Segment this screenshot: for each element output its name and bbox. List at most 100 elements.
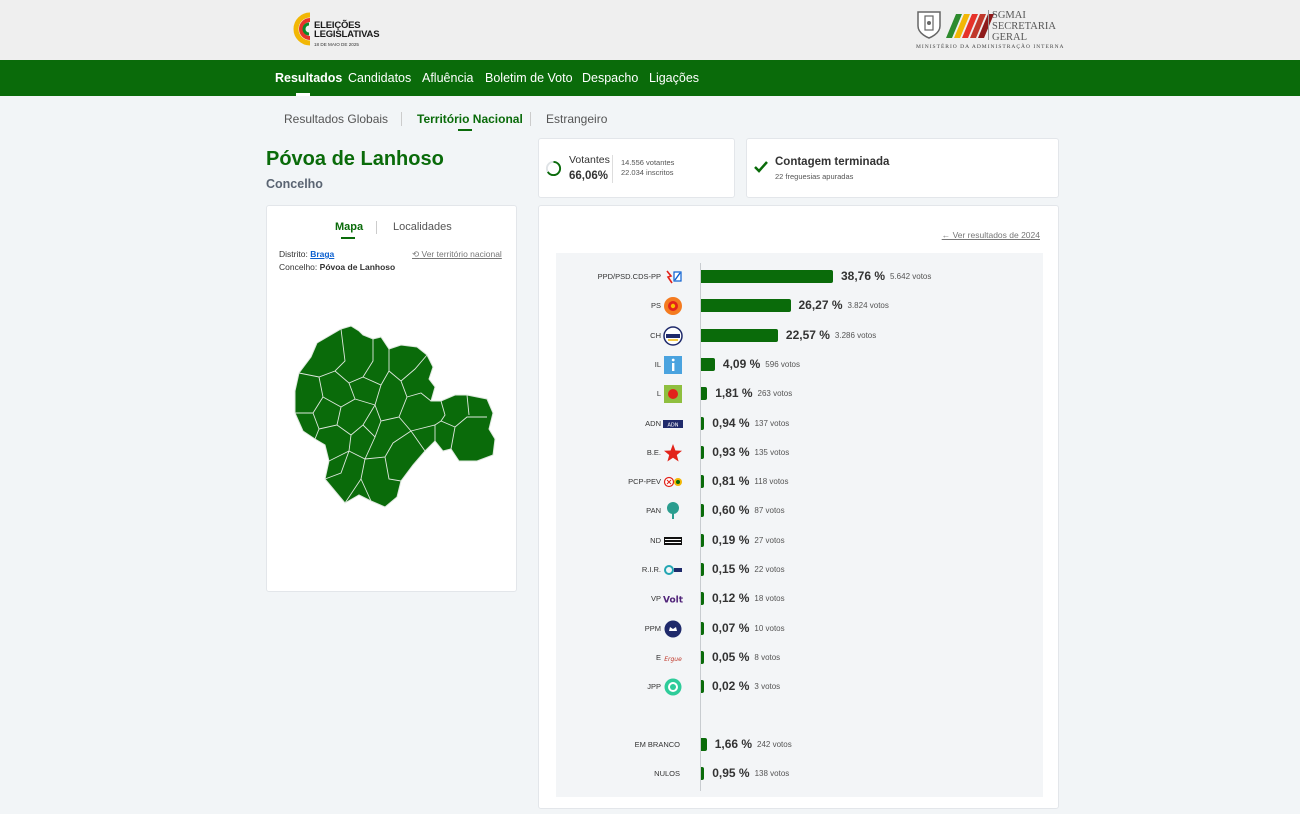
party-name: JPP: [647, 682, 661, 692]
portugal-shield-icon: [917, 11, 941, 39]
distrito-link[interactable]: Braga: [310, 249, 334, 259]
svg-text:Ergue: Ergue: [664, 656, 682, 663]
freguesias-apuradas: 22 freguesias apuradas: [775, 172, 854, 181]
eleicoes-logo[interactable]: ELEIÇÕES LEGISLATIVAS 18 DE MAIO DE 2025: [286, 7, 396, 53]
votantes-card: Votantes 66,06% 14.556 votantes 22.034 i…: [538, 138, 735, 198]
page-subtitle: Concelho: [266, 177, 323, 191]
nav-boletim-de-voto[interactable]: Boletim de Voto: [485, 71, 573, 85]
party-name: E: [655, 652, 661, 662]
result-row[interactable]: EM BRANCO 1,66 % 242 votos: [556, 735, 1043, 755]
result-row[interactable]: R.I.R. 0,15 % 22 votos: [556, 560, 1043, 580]
result-row[interactable]: L 1,81 % 263 votos: [556, 384, 1043, 404]
party-name: PS: [650, 301, 661, 311]
party-name: ADN: [645, 418, 661, 428]
result-row[interactable]: CH 22,57 % 3.286 votos: [556, 325, 1043, 346]
nav-resultados[interactable]: Resultados: [275, 71, 342, 85]
result-percentage: 0,93 %: [712, 444, 750, 459]
undo-arrow-icon: ⟲: [412, 249, 420, 259]
ppm-icon: [663, 619, 683, 639]
svg-text:Volt: Volt: [663, 596, 683, 606]
psd-cds-icon: [663, 267, 683, 287]
nav-despacho[interactable]: Despacho: [582, 71, 638, 85]
cdu-icon: [663, 472, 683, 492]
result-votes: 10 votos: [754, 623, 785, 633]
result-bar: [701, 387, 708, 401]
concelho-label: Concelho:: [279, 262, 318, 272]
tab-localidades[interactable]: Localidades: [393, 221, 452, 233]
result-bar: [701, 270, 833, 283]
ver-territorio-nacional-link[interactable]: ⟲ Ver território nacional: [412, 249, 502, 260]
ver-resultados-2024-link[interactable]: ← Ver resultados de 2024: [942, 230, 1040, 240]
results-chart: PPD/PSD.CDS-PP 38,76 % 5.642 votos PS 26,27 …: [556, 253, 1043, 797]
result-percentage: 4,09 %: [722, 356, 761, 371]
nav-ligacoes[interactable]: Ligações: [649, 71, 699, 85]
party-name: ND: [650, 535, 661, 545]
result-votes: 8 votos: [754, 652, 781, 662]
result-row[interactable]: IL 4,09 % 596 votos: [556, 355, 1043, 375]
page-title: Póvoa de Lanhoso: [266, 148, 444, 170]
result-percentage: 0,12 %: [712, 591, 750, 606]
tab-separator: [530, 112, 531, 126]
chega-icon: [663, 325, 683, 346]
volt-icon: Volt: [663, 589, 684, 609]
result-votes: 137 votos: [754, 418, 790, 428]
result-percentage: 0,94 %: [712, 415, 750, 430]
result-bar: [701, 621, 704, 635]
result-percentage: 1,81 %: [715, 386, 753, 401]
result-row[interactable]: E Ergue 0,05 % 8 votos: [556, 648, 1043, 668]
result-percentage: 0,95 %: [712, 766, 750, 780]
sgmai-logo[interactable]: SGMAI SECRETARIA GERAL MINISTÉRIO DA ADM…: [914, 8, 1064, 54]
tab-territorio-nacional[interactable]: Território Nacional: [417, 112, 523, 126]
map-tab-separator: [376, 221, 377, 234]
votantes-label: Votantes: [569, 154, 610, 166]
concelho-map[interactable]: [289, 321, 499, 516]
result-votes: 22 votos: [754, 565, 785, 574]
result-votes: 135 votos: [754, 447, 790, 457]
tab-estrangeiro[interactable]: Estrangeiro: [546, 112, 607, 126]
result-row[interactable]: PPM 0,07 % 10 votos: [556, 619, 1043, 639]
sgmai-text: SGMAI SECRETARIA GERAL: [992, 10, 1056, 43]
result-votes: 3 votos: [754, 682, 781, 692]
result-row[interactable]: PS 26,27 % 3.824 votos: [556, 296, 1043, 316]
result-row[interactable]: ND 0,19 % 27 votos: [556, 531, 1043, 551]
check-icon: [754, 161, 768, 173]
result-row[interactable]: ADN ADN 0,94 % 137 votos: [556, 414, 1043, 434]
sgmai-divider: [988, 10, 989, 40]
result-bar: [701, 767, 705, 780]
result-bar: [701, 592, 704, 606]
result-row[interactable]: PCP-PEV 0,81 % 118 votos: [556, 472, 1043, 492]
pan-tree-icon: [663, 501, 683, 521]
result-row[interactable]: B.E. 0,93 % 135 votos: [556, 443, 1043, 463]
concelho-value: Póvoa de Lanhoso: [319, 262, 396, 272]
contagem-card: Contagem terminada 22 freguesias apurada…: [746, 138, 1059, 198]
inscritos-count: 22.034 inscritos: [621, 168, 674, 177]
distrito-line: Distrito: Braga: [279, 249, 334, 259]
result-row[interactable]: JPP 0,02 % 3 votos: [556, 677, 1043, 697]
result-row[interactable]: PAN 0,60 % 87 votos: [556, 501, 1043, 521]
result-votes: 3.286 votos: [834, 330, 877, 340]
map-tab-active-indicator: [341, 237, 355, 239]
party-name: VP: [650, 594, 661, 604]
result-votes: 3.824 votos: [847, 301, 889, 311]
result-bar: [701, 563, 704, 576]
nav-afluencia[interactable]: Afluência: [422, 71, 473, 85]
main-nav: Resultados Candidatos Afluência Boletim …: [0, 60, 1300, 96]
result-row[interactable]: PPD/PSD.CDS-PP 38,76 % 5.642 votos: [556, 267, 1043, 287]
result-percentage: 0,05 %: [712, 649, 750, 664]
result-bar: [701, 650, 704, 664]
result-votes: 5.642 votos: [890, 272, 932, 281]
party-name: R.I.R.: [641, 565, 661, 574]
result-percentage: 0,07 %: [712, 620, 750, 635]
result-percentage: 22,57 %: [785, 327, 830, 342]
result-row[interactable]: NULOS 0,95 % 138 votos: [556, 764, 1043, 784]
result-percentage: 0,02 %: [712, 679, 750, 694]
result-row[interactable]: VP Volt 0,12 % 18 votos: [556, 589, 1043, 609]
tab-mapa[interactable]: Mapa: [335, 221, 363, 233]
votantes-count: 14.556 votantes: [621, 158, 675, 167]
nav-candidatos[interactable]: Candidatos: [348, 71, 411, 85]
sgmai-line2: SECRETARIA: [992, 21, 1056, 32]
party-name: PPM: [644, 623, 661, 633]
votantes-divider: [612, 155, 613, 183]
party-name: PCP-PEV: [628, 477, 661, 487]
tab-resultados-globais[interactable]: Resultados Globais: [284, 112, 388, 126]
